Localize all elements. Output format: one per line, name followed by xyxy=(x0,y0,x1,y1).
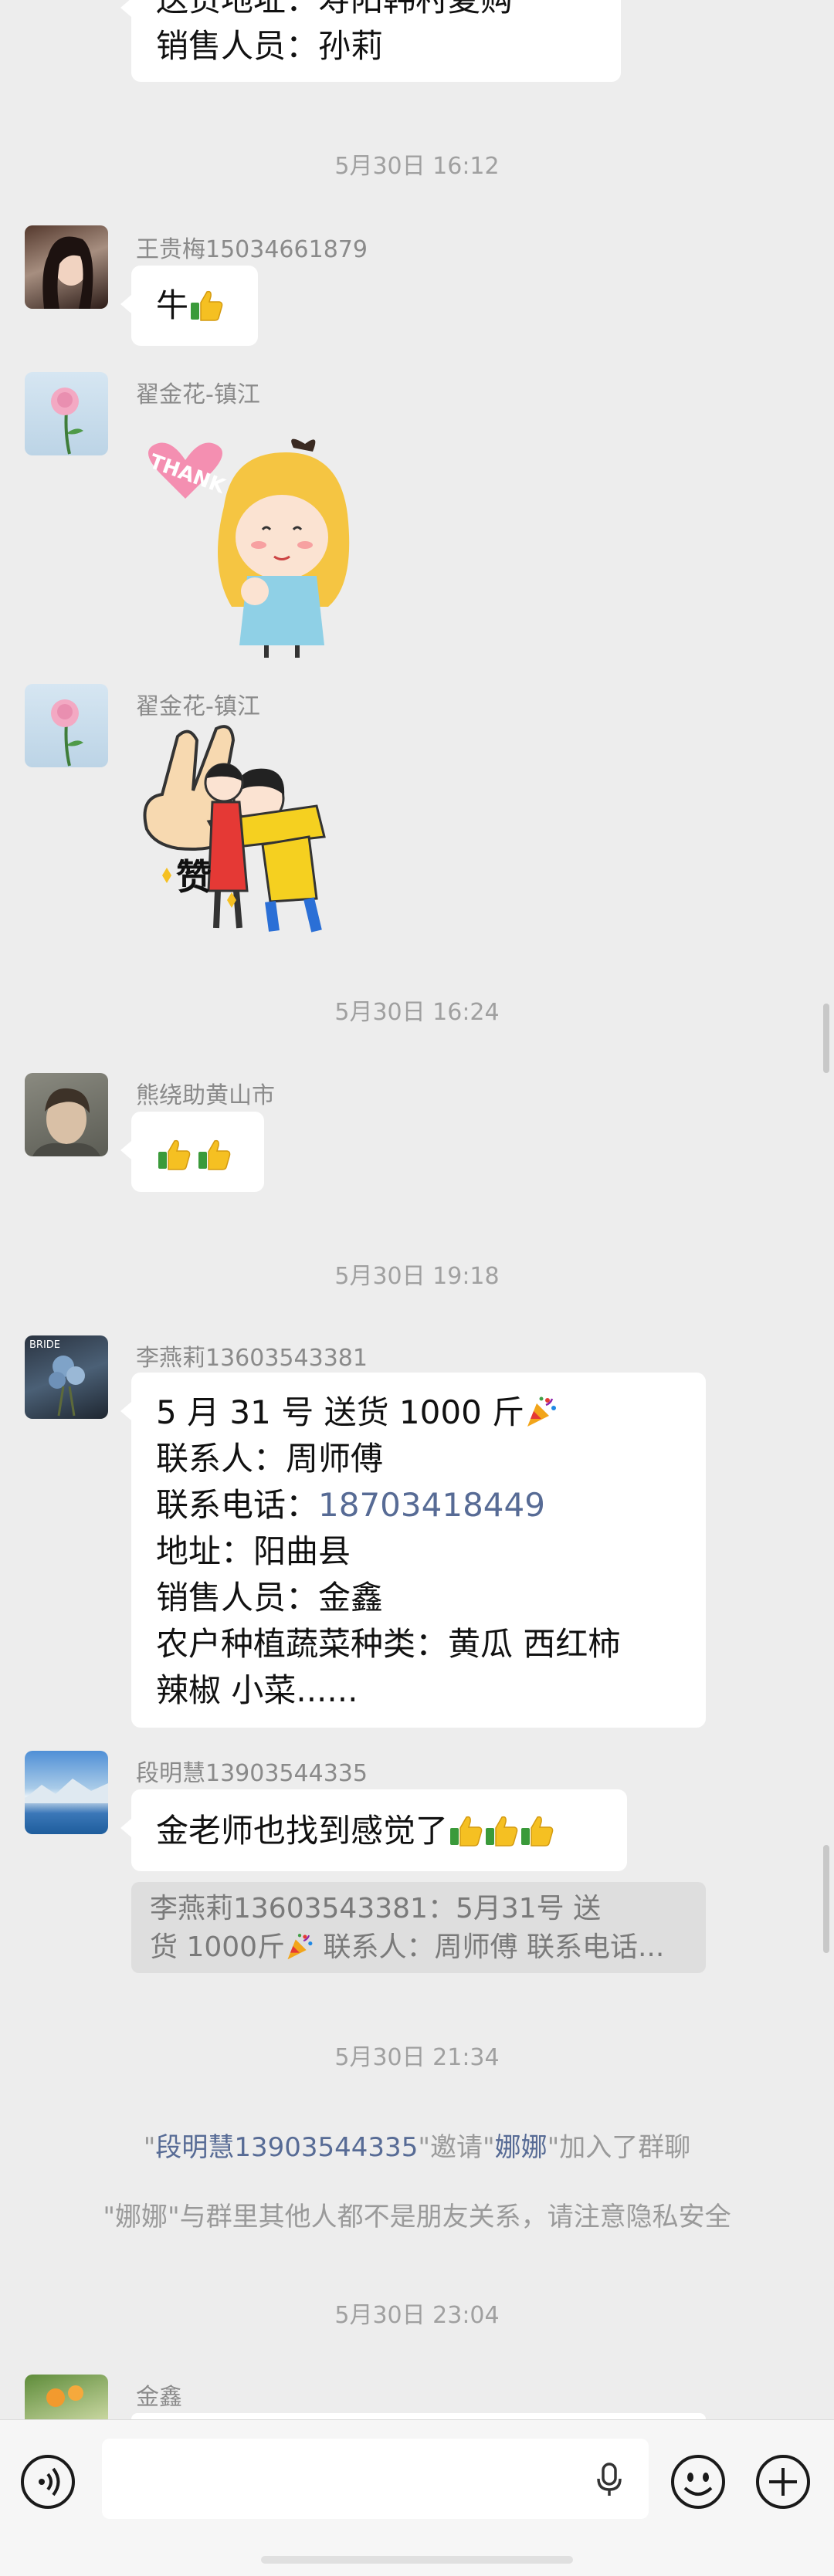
quote-text-line: 货 1000斤 联系人：周师傅 联系电话... xyxy=(150,1931,665,1963)
avatar-portrait-icon xyxy=(32,1088,100,1156)
rose-avatar-icon xyxy=(51,699,83,767)
chat-input-bar xyxy=(0,2419,834,2576)
message-input[interactable] xyxy=(102,2439,649,2519)
message-text-line: 农户种植蔬菜种类：黄瓜 西红柿 xyxy=(156,1625,621,1663)
message-bubble[interactable]: 送货地址：寿阳韩村夏购 销售人员：孙莉 xyxy=(120,0,621,82)
timestamp: 5月30日 16:24 xyxy=(334,999,500,1026)
quote-text-line: 李燕莉13603543381：5月31号 送 xyxy=(150,1893,602,1924)
fruit-avatar-icon xyxy=(46,2385,83,2407)
avatar[interactable]: BRIDE xyxy=(25,1335,108,1419)
message-text-line: 5 月 31 号 送货 1000 斤 xyxy=(156,1390,681,1436)
message-bubble[interactable] xyxy=(131,2413,706,2419)
microphone-icon[interactable] xyxy=(592,2462,627,2497)
message-text-line: 送货地址：寿阳韩村夏购 xyxy=(156,0,596,23)
plus-more-icon[interactable] xyxy=(755,2454,811,2510)
message-text-line: 联系人：周师傅 xyxy=(156,1440,384,1478)
message-text: 金老师也找到感觉了 xyxy=(156,1812,449,1850)
thank-sticker[interactable]: THANK xyxy=(131,429,363,661)
home-indicator xyxy=(261,2556,573,2564)
avatar[interactable] xyxy=(25,684,108,767)
sticker-caption: 赞 xyxy=(176,856,212,898)
timestamp: 5月30日 23:04 xyxy=(334,2302,500,2329)
inviter-name-link[interactable]: 段明慧13903544335 xyxy=(155,2132,418,2163)
system-invite-notice: "段明慧13903544335"邀请"娜娜"加入了群聊 xyxy=(143,2132,691,2163)
landscape-avatar-icon xyxy=(25,1779,108,1803)
thumbs-up-icon xyxy=(448,1813,483,1848)
message-text-line: 联系电话：18703418449 xyxy=(156,1486,545,1524)
thumbs-up-icon xyxy=(483,1813,519,1848)
timestamp: 5月30日 19:18 xyxy=(334,1263,500,1290)
sender-name: 段明慧13903544335 xyxy=(136,1760,368,1787)
scrollbar-thumb[interactable] xyxy=(823,1845,829,1953)
avatar[interactable] xyxy=(25,372,108,455)
bouquet-avatar-icon: BRIDE xyxy=(29,1339,85,1417)
party-popper-icon xyxy=(285,1931,314,1961)
sender-name: 金鑫 xyxy=(136,2384,182,2411)
party-popper-icon xyxy=(524,1394,558,1428)
avatar[interactable] xyxy=(25,225,108,309)
avatar[interactable] xyxy=(25,1073,108,1156)
avatar[interactable] xyxy=(25,2375,108,2419)
rose-avatar-icon xyxy=(51,388,83,455)
quoted-message[interactable]: 李燕莉13603543381：5月31号 送 货 1000斤 联系人：周师傅 联… xyxy=(131,1882,706,1973)
message-bubble[interactable]: 5 月 31 号 送货 1000 斤 联系人：周师傅 联系电话：18703418… xyxy=(120,1373,706,1728)
sender-name: 翟金花-镇江 xyxy=(136,693,260,720)
message-bubble[interactable]: 牛 xyxy=(120,266,258,346)
scrollbar-thumb[interactable] xyxy=(823,1004,829,1073)
sender-name: 翟金花-镇江 xyxy=(136,381,260,408)
sender-name: 王贵梅15034661879 xyxy=(136,236,368,263)
message-text-line: 辣椒 小菜...... xyxy=(156,1671,358,1709)
message-text: 牛 xyxy=(156,286,189,324)
thumbs-up-icon xyxy=(188,287,224,323)
sender-name: 熊绕助黄山市 xyxy=(136,1082,275,1109)
invitee-name-link[interactable]: 娜娜 xyxy=(495,2132,548,2163)
message-bubble[interactable] xyxy=(120,1112,264,1192)
avatar-portrait-icon xyxy=(25,225,108,309)
message-text-line: 地址：阳曲县 xyxy=(156,1532,351,1570)
timestamp: 5月30日 21:34 xyxy=(334,2044,500,2071)
phone-link[interactable]: 18703418449 xyxy=(318,1486,545,1524)
thumbs-up-icon xyxy=(156,1136,192,1172)
avatar[interactable] xyxy=(25,1751,108,1834)
thumbs-up-icon xyxy=(519,1813,554,1848)
system-privacy-notice: "娜娜"与群里其他人都不是朋友关系，请注意隐私安全 xyxy=(103,2202,731,2232)
thumbs-up-icon xyxy=(196,1136,232,1172)
zan-sticker[interactable]: 赞 xyxy=(131,721,340,933)
voice-toggle-icon[interactable] xyxy=(20,2454,76,2510)
message-bubble[interactable]: 金老师也找到感觉了 xyxy=(120,1789,627,1871)
sender-name: 李燕莉13603543381 xyxy=(136,1345,368,1372)
message-text-line: 销售人员：金鑫 xyxy=(156,1579,384,1616)
svg-text:BRIDE: BRIDE xyxy=(29,1339,60,1351)
timestamp: 5月30日 16:12 xyxy=(334,153,500,180)
emoji-icon[interactable] xyxy=(670,2454,726,2510)
message-text-line: 销售人员：孙莉 xyxy=(156,27,384,65)
